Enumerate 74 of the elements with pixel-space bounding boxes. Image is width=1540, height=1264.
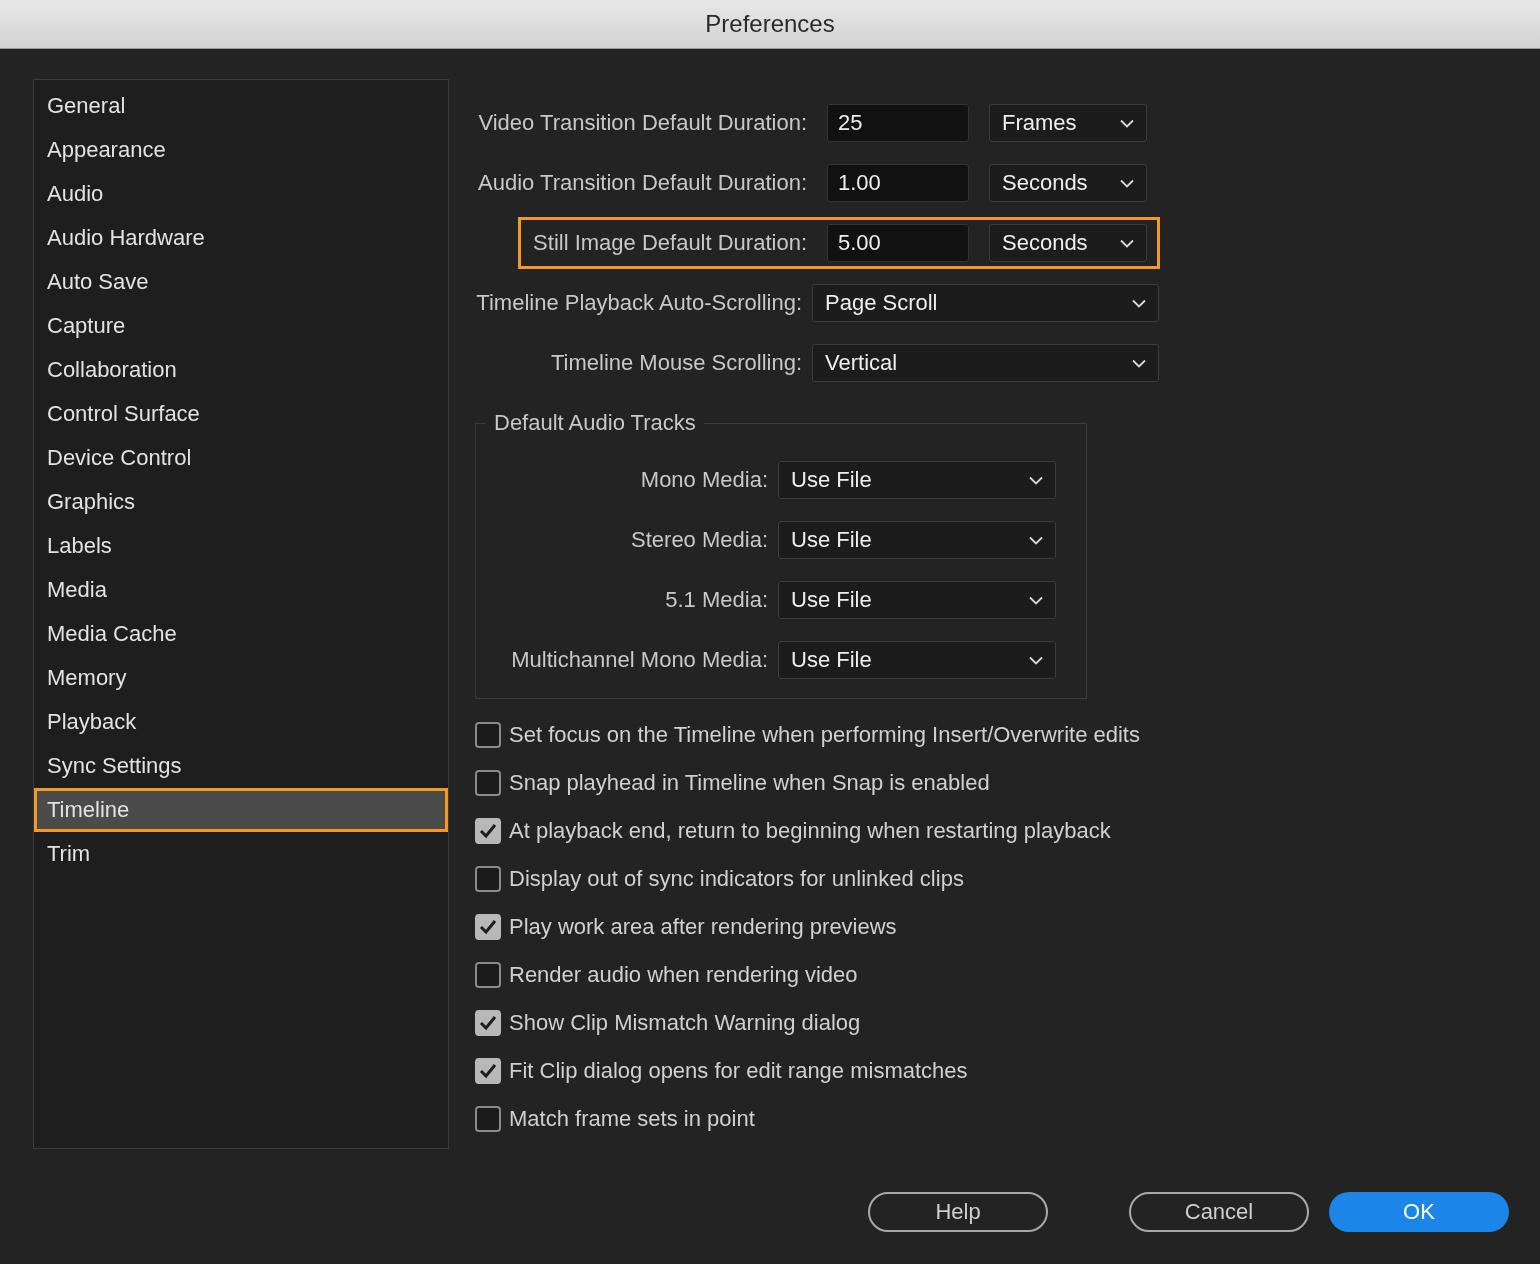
- checkbox[interactable]: [475, 1010, 501, 1036]
- checkbox[interactable]: [475, 962, 501, 988]
- option-label: Snap playhead in Timeline when Snap is enabled: [509, 770, 990, 796]
- setting-label: Video Transition Default Duration:: [478, 110, 807, 136]
- dialog-button[interactable]: Cancel: [1129, 1192, 1309, 1232]
- track-dropdown[interactable]: Use File: [778, 461, 1056, 499]
- category-item[interactable]: Trim: [34, 832, 448, 876]
- category-item[interactable]: Labels: [34, 524, 448, 568]
- checkbox[interactable]: [475, 818, 501, 844]
- ok-button[interactable]: OK: [1329, 1192, 1509, 1232]
- checkbox[interactable]: [475, 722, 501, 748]
- track-label: Stereo Media:: [630, 527, 768, 553]
- option-label: Display out of sync indicators for unlinked clips: [509, 866, 964, 892]
- track-label: 5.1 Media:: [664, 587, 768, 613]
- chevron-down-icon: [1029, 595, 1043, 605]
- category-item[interactable]: Auto Save: [34, 260, 448, 304]
- checkbox[interactable]: [475, 770, 501, 796]
- window-title: Preferences: [705, 10, 835, 38]
- track-dropdown[interactable]: Use File: [778, 521, 1056, 559]
- duration-input[interactable]: 25: [827, 104, 969, 142]
- chevron-down-icon: [1029, 655, 1043, 665]
- category-item[interactable]: General: [34, 84, 448, 128]
- option-label: Play work area after rendering previews: [509, 914, 897, 940]
- option-label: At playback end, return to beginning when restarting playback: [509, 818, 1111, 844]
- chevron-down-icon: [1029, 535, 1043, 545]
- category-item[interactable]: Device Control: [34, 436, 448, 480]
- scrolling-dropdown[interactable]: Vertical: [812, 344, 1159, 382]
- scrolling-dropdown[interactable]: Page Scroll: [812, 284, 1159, 322]
- track-dropdown[interactable]: Use File: [778, 641, 1056, 679]
- category-item[interactable]: Media Cache: [34, 612, 448, 656]
- track-label: Multichannel Mono Media:: [510, 647, 768, 673]
- chevron-down-icon: [1120, 238, 1134, 248]
- option-label: Render audio when rendering video: [509, 962, 858, 988]
- category-item[interactable]: Capture: [34, 304, 448, 348]
- unit-dropdown[interactable]: Frames: [989, 104, 1147, 142]
- category-item[interactable]: Playback: [34, 700, 448, 744]
- category-item[interactable]: Sync Settings: [34, 744, 448, 788]
- checkmark-icon: [479, 823, 497, 839]
- duration-input[interactable]: 1.00: [827, 164, 969, 202]
- checkmark-icon: [479, 1015, 497, 1031]
- checkbox[interactable]: [475, 866, 501, 892]
- option-label: Show Clip Mismatch Warning dialog: [509, 1010, 861, 1036]
- chevron-down-icon: [1120, 118, 1134, 128]
- checkbox[interactable]: [475, 1106, 501, 1132]
- track-label: Mono Media:: [639, 467, 768, 493]
- category-item[interactable]: Timeline: [34, 788, 448, 832]
- chevron-down-icon: [1120, 178, 1134, 188]
- chevron-down-icon: [1132, 358, 1146, 368]
- track-dropdown[interactable]: Use File: [778, 581, 1056, 619]
- category-item[interactable]: Audio Hardware: [34, 216, 448, 260]
- unit-dropdown[interactable]: Seconds: [989, 164, 1147, 202]
- category-item[interactable]: Graphics: [34, 480, 448, 524]
- category-item[interactable]: Memory: [34, 656, 448, 700]
- category-item[interactable]: Media: [34, 568, 448, 612]
- option-label: Set focus on the Timeline when performing Insert/Overwrite edits: [509, 722, 1140, 748]
- setting-label: Still Image Default Duration:: [533, 230, 807, 256]
- category-item[interactable]: Audio: [34, 172, 448, 216]
- dialog-button[interactable]: Help: [868, 1192, 1048, 1232]
- setting-label: Timeline Playback Auto-Scrolling:: [476, 290, 802, 316]
- checkmark-icon: [479, 919, 497, 935]
- chevron-down-icon: [1029, 475, 1043, 485]
- setting-label: Audio Transition Default Duration:: [478, 170, 807, 196]
- option-label: Match frame sets in point: [509, 1106, 755, 1132]
- checkbox[interactable]: [475, 1058, 501, 1084]
- checkmark-icon: [479, 1063, 497, 1079]
- duration-input[interactable]: 5.00: [827, 224, 969, 262]
- category-item[interactable]: Collaboration: [34, 348, 448, 392]
- chevron-down-icon: [1132, 298, 1146, 308]
- category-item[interactable]: Appearance: [34, 128, 448, 172]
- setting-label: Timeline Mouse Scrolling:: [550, 350, 802, 376]
- checkbox[interactable]: [475, 914, 501, 940]
- option-label: Fit Clip dialog opens for edit range mismatches: [509, 1058, 968, 1084]
- unit-dropdown[interactable]: Seconds: [989, 224, 1147, 262]
- category-item[interactable]: Control Surface: [34, 392, 448, 436]
